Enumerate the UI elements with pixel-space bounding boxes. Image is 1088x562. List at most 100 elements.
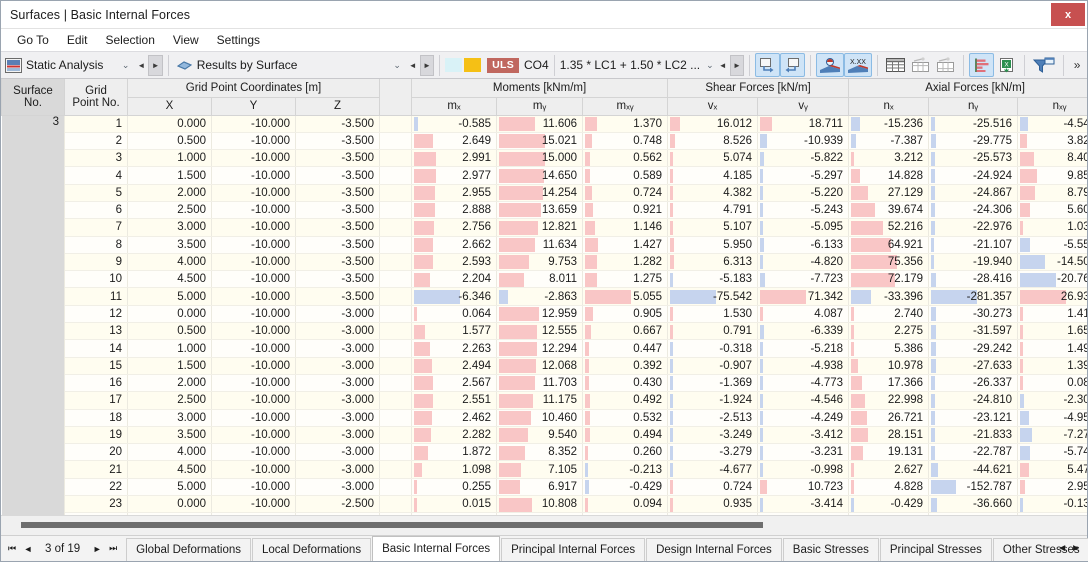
cell-z[interactable]: -3.500 <box>295 253 381 272</box>
cell-vx[interactable]: 4.791 <box>667 201 759 220</box>
load-case-next-button[interactable]: ► <box>729 54 745 76</box>
cell-mx[interactable]: 1.872 <box>411 443 498 462</box>
cell-nxy[interactable]: 1.655 <box>1017 322 1087 341</box>
col-header-gridpoint[interactable]: Grid Point No. <box>64 79 128 116</box>
cell-x[interactable]: 3.500 <box>127 426 212 445</box>
cell-y[interactable]: -10.000 <box>211 149 296 168</box>
cell-nxy[interactable]: -7.278 <box>1017 426 1087 445</box>
cell-vx[interactable]: -1.369 <box>667 374 759 393</box>
analysis-type-combo[interactable]: Static Analysis ⌄ <box>3 53 134 77</box>
cell-vx[interactable]: 16.012 <box>667 115 759 133</box>
cell-nxy[interactable]: 9.851 <box>1017 166 1087 185</box>
cell-nx[interactable]: -7.387 <box>848 132 930 151</box>
cell-surface-no[interactable]: 3 <box>1 115 65 515</box>
cell-mx[interactable]: 2.204 <box>411 270 498 289</box>
col-header-y[interactable]: Y <box>211 97 296 116</box>
cell-mx[interactable]: 1.098 <box>411 460 498 479</box>
table-row[interactable]: 12 0.000 -10.000 -3.000 0.064 12.959 0.905 1.53… <box>2 305 1087 324</box>
cell-mx[interactable]: 2.593 <box>411 253 498 272</box>
cell-x[interactable]: 1.500 <box>127 166 212 185</box>
cell-mx[interactable]: 2.494 <box>411 357 498 375</box>
cell-x[interactable]: 4.000 <box>127 443 212 462</box>
cell-z[interactable]: -3.000 <box>295 460 381 479</box>
cell-nxy[interactable]: 0.087 <box>1017 374 1087 393</box>
cell-vx[interactable]: -0.318 <box>667 339 759 358</box>
cell-my[interactable]: 15.000 <box>496 149 584 168</box>
table-row[interactable]: 5 2.000 -10.000 -3.500 2.955 14.254 0.724 4.382… <box>2 184 1087 202</box>
cell-mx[interactable]: 2.756 <box>411 218 498 237</box>
cell-vx[interactable]: -3.279 <box>667 443 759 462</box>
cell-grid-point-no[interactable]: 11 <box>64 287 128 306</box>
cell-x[interactable]: 2.500 <box>127 201 212 220</box>
cell-vx[interactable]: -75.542 <box>667 287 759 306</box>
cell-ny[interactable]: -25.573 <box>928 149 1019 168</box>
cell-nxy[interactable]: -0.136 <box>1017 495 1087 514</box>
cell-ny[interactable]: -21.833 <box>928 426 1019 445</box>
cell-z[interactable]: -3.000 <box>295 443 381 462</box>
menu-item-settings[interactable]: Settings <box>208 32 269 49</box>
cell-nx[interactable]: 3.212 <box>848 149 930 168</box>
table-row[interactable]: 6 2.500 -10.000 -3.500 2.888 13.659 0.921 4.791… <box>2 201 1087 220</box>
table-row[interactable]: 7 3.000 -10.000 -3.500 2.756 12.821 1.146 5.107… <box>2 218 1087 237</box>
cell-vx[interactable]: 6.313 <box>667 253 759 272</box>
cell-mx[interactable]: 2.888 <box>411 201 498 220</box>
cell-mx[interactable]: 2.551 <box>411 391 498 410</box>
cell-y[interactable]: -10.000 <box>211 132 296 151</box>
cell-vy[interactable]: 71.342 <box>757 287 850 306</box>
cell-y[interactable]: -10.000 <box>211 115 296 133</box>
cell-z[interactable]: -3.500 <box>295 132 381 151</box>
cell-nx[interactable]: 10.978 <box>848 357 930 375</box>
table-row[interactable]: 23 0.000 -10.000 -2.500 0.015 10.808 0.094 0.93… <box>2 495 1087 514</box>
export-excel-button[interactable]: X <box>994 53 1019 77</box>
cell-z[interactable]: -3.000 <box>295 357 381 375</box>
cell-y[interactable]: -10.000 <box>211 201 296 220</box>
cell-grid-point-no[interactable]: 16 <box>64 374 128 393</box>
cell-x[interactable]: 0.000 <box>127 305 212 324</box>
cell-my[interactable]: 6.917 <box>496 478 584 497</box>
cell-ny[interactable]: -31.597 <box>928 322 1019 341</box>
cell-nx[interactable]: 22.998 <box>848 391 930 410</box>
cell-ny[interactable]: -24.924 <box>928 166 1019 185</box>
cell-y[interactable]: -10.000 <box>211 443 296 462</box>
table-row[interactable]: 16 2.000 -10.000 -3.000 2.567 11.703 0.430 -1.3… <box>2 374 1087 393</box>
table-row[interactable]: 15 1.500 -10.000 -3.000 2.494 12.068 0.392 -0.9… <box>2 357 1087 375</box>
cell-my[interactable]: 7.105 <box>496 460 584 479</box>
table-row[interactable]: 4 1.500 -10.000 -3.500 2.977 14.650 0.589 4.185… <box>2 166 1087 185</box>
cell-nx[interactable]: 19.131 <box>848 443 930 462</box>
cell-z[interactable]: -3.000 <box>295 426 381 445</box>
table-row[interactable]: 2 0.500 -10.000 -3.500 2.649 15.021 0.748 8.526… <box>2 132 1087 151</box>
cell-y[interactable]: -10.000 <box>211 495 296 514</box>
cell-z[interactable]: -2.500 <box>295 512 381 515</box>
cell-mxy[interactable]: 0.094 <box>582 495 669 514</box>
cell-ny[interactable]: -24.810 <box>928 391 1019 410</box>
cell-ny[interactable]: -22.976 <box>928 218 1019 237</box>
show-next-result-button[interactable] <box>780 53 806 77</box>
cell-grid-point-no[interactable]: 8 <box>64 236 128 254</box>
cell-nx[interactable]: 2.740 <box>848 305 930 324</box>
cell-ny[interactable]: -19.940 <box>928 253 1019 272</box>
table-row[interactable]: 21 4.500 -10.000 -3.000 1.098 7.105 -0.213 -4.6… <box>2 460 1087 479</box>
cell-grid-point-no[interactable]: 3 <box>64 149 128 168</box>
cell-z[interactable]: -3.000 <box>295 339 381 358</box>
cell-mxy[interactable]: 0.447 <box>582 339 669 358</box>
cell-z[interactable]: -2.500 <box>295 495 381 514</box>
cell-x[interactable]: 0.000 <box>127 115 212 133</box>
cell-ny[interactable]: -34.290 <box>928 512 1019 515</box>
cell-mxy[interactable]: 0.562 <box>582 149 669 168</box>
cell-y[interactable]: -10.000 <box>211 339 296 358</box>
tab-principal-stresses[interactable]: Principal Stresses <box>879 538 992 561</box>
table-row[interactable]: 22 5.000 -10.000 -3.000 0.255 6.917 -0.429 0.72… <box>2 478 1087 497</box>
cell-my[interactable]: 11.634 <box>496 236 584 254</box>
cell-ny[interactable]: -26.337 <box>928 374 1019 393</box>
cell-nxy[interactable]: 5.600 <box>1017 201 1087 220</box>
cell-vy[interactable]: -5.095 <box>757 218 850 237</box>
cell-mx[interactable]: 2.955 <box>411 184 498 202</box>
cell-nxy[interactable]: 5.477 <box>1017 460 1087 479</box>
cell-y[interactable]: -10.000 <box>211 166 296 185</box>
cell-mx[interactable]: 0.015 <box>411 495 498 514</box>
cell-nx[interactable]: 52.216 <box>848 218 930 237</box>
cell-x[interactable]: 5.000 <box>127 287 212 306</box>
cell-grid-point-no[interactable]: 21 <box>64 460 128 479</box>
cell-x[interactable]: 1.000 <box>127 339 212 358</box>
cell-ny[interactable]: -29.775 <box>928 132 1019 151</box>
